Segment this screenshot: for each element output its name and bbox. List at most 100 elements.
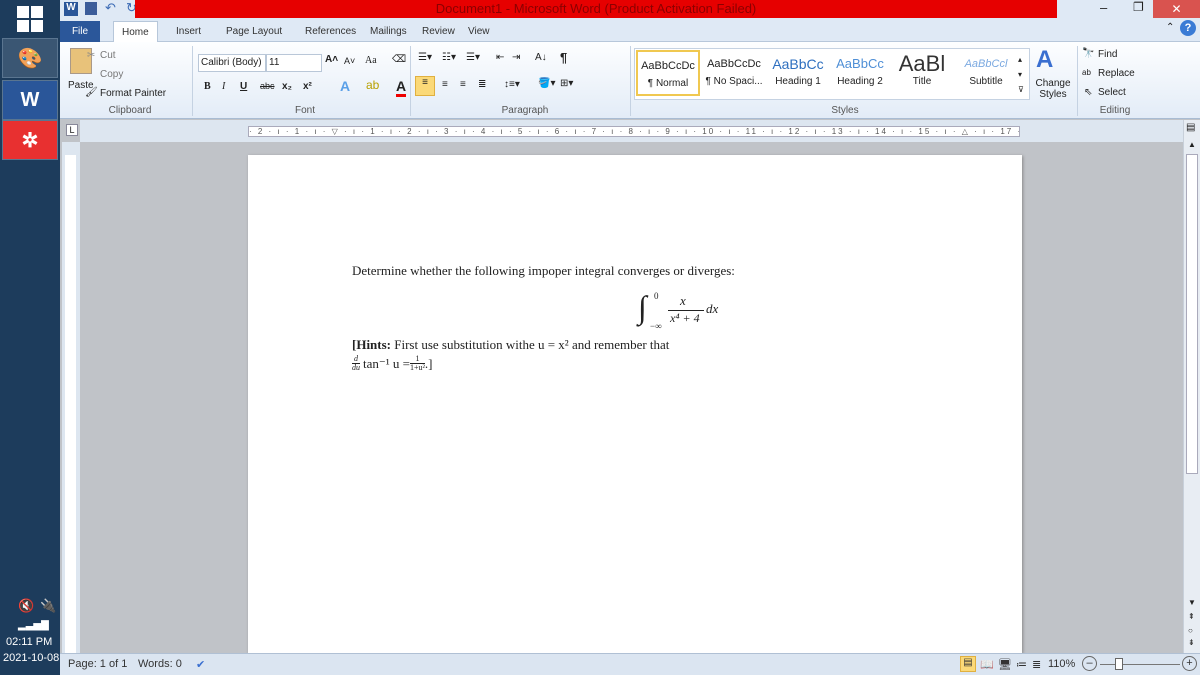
style-no-spacing[interactable]: AaBbCcDc ¶ No Spaci... — [702, 50, 766, 96]
scroll-up-icon[interactable]: ▲ — [1188, 140, 1196, 149]
zoom-slider-thumb[interactable] — [1115, 658, 1123, 670]
web-layout-icon[interactable]: 🖥 — [998, 658, 1012, 671]
page-count[interactable]: Page: 1 of 1 — [68, 658, 127, 670]
zoom-out-button[interactable]: – — [1082, 656, 1097, 671]
underline-button[interactable]: U — [240, 81, 247, 92]
zoom-level[interactable]: 110% — [1048, 658, 1075, 670]
text-effects-icon[interactable]: A — [340, 78, 350, 94]
ruler-scale[interactable]: · 2 · ı · 1 · ı · ▽ · ı · 1 · ı · 2 · ı … — [248, 126, 1020, 137]
clock-date[interactable]: 2021-10-08 — [3, 652, 59, 664]
replace-button[interactable]: Replace — [1098, 68, 1135, 79]
font-size-select[interactable]: 11 — [266, 54, 322, 72]
vertical-ruler-scale[interactable] — [65, 155, 76, 653]
style-subtitle[interactable]: AaBbCcl Subtitle — [954, 50, 1018, 96]
fraction-numerator: x — [680, 293, 686, 308]
justify-button[interactable]: ≣ — [478, 79, 486, 90]
align-right-button[interactable]: ≡ — [460, 79, 466, 90]
cut-button[interactable]: Cut — [100, 50, 116, 61]
hint-label: [Hints: — [352, 337, 391, 352]
question-text: Determine whether the following impoper … — [352, 263, 735, 278]
borders-icon[interactable]: ⊞▾ — [560, 78, 573, 89]
paint-app-icon[interactable]: 🎨 — [2, 38, 58, 78]
save-icon[interactable] — [85, 2, 97, 15]
zoom-slider-track[interactable] — [1100, 664, 1180, 665]
style-normal[interactable]: AaBbCcDc ¶ Normal — [636, 50, 700, 96]
sort-icon[interactable]: A↓ — [535, 52, 547, 63]
change-styles-button[interactable]: Change Styles — [1033, 78, 1073, 100]
help-icon[interactable]: ? — [1180, 20, 1196, 36]
minimize-ribbon-icon[interactable]: ⌃ — [1166, 22, 1174, 33]
outline-view-icon[interactable]: ≔ — [1016, 658, 1027, 671]
draft-view-icon[interactable]: ≣ — [1032, 658, 1041, 671]
scissors-icon[interactable]: ✂ — [87, 50, 95, 61]
decrease-indent-icon[interactable]: ⇤ — [496, 52, 504, 63]
font-color-icon[interactable]: A — [396, 78, 407, 97]
format-painter-button[interactable]: Format Painter — [100, 88, 166, 99]
select-button[interactable]: Select — [1098, 87, 1126, 98]
tab-view[interactable]: View — [460, 21, 498, 42]
align-center-button[interactable]: ≡ — [442, 79, 448, 90]
clock-time[interactable]: 02:11 PM — [6, 636, 52, 648]
restore-button[interactable]: ❐ — [1133, 0, 1144, 14]
vertical-scrollbar[interactable]: ▤ ▲ ▼ ⇞ ○ ⇟ — [1183, 120, 1200, 653]
document-page[interactable]: Determine whether the following impoper … — [248, 155, 1022, 653]
proofing-icon[interactable]: ✔ — [196, 658, 205, 671]
style-heading-1[interactable]: AaBbCc Heading 1 — [766, 50, 830, 96]
app-icon[interactable]: ✲ — [2, 120, 58, 160]
italic-button[interactable]: I — [222, 81, 225, 92]
show-marks-button[interactable]: ¶ — [560, 50, 567, 65]
ruler-toggle[interactable]: L — [66, 124, 78, 136]
increase-indent-icon[interactable]: ⇥ — [512, 52, 520, 63]
browse-object-icon[interactable]: ○ — [1188, 626, 1193, 635]
grow-font-icon[interactable]: A˄ — [325, 54, 338, 65]
superscript-button[interactable]: x² — [303, 81, 312, 92]
undo-icon[interactable]: ↶ — [105, 0, 116, 16]
tab-file[interactable]: File — [60, 21, 100, 42]
multilevel-list-icon[interactable]: ☰▾ — [466, 52, 480, 63]
ruler-view-icon[interactable]: ▤ — [1186, 122, 1195, 133]
power-icon[interactable]: 🔌 — [40, 598, 56, 614]
shrink-font-icon[interactable]: A˅ — [344, 56, 355, 66]
line-spacing-icon[interactable]: ↕≡▾ — [504, 79, 520, 90]
scrollbar-thumb[interactable] — [1186, 154, 1198, 474]
full-screen-reading-icon[interactable]: 📖 — [980, 658, 994, 671]
tab-mailings[interactable]: Mailings — [362, 21, 415, 42]
align-left-button[interactable]: ≡ — [415, 76, 435, 96]
highlight-icon[interactable]: ab — [366, 78, 379, 92]
change-styles-icon[interactable]: A — [1036, 46, 1053, 74]
copy-button[interactable]: Copy — [100, 69, 123, 80]
tab-home[interactable]: Home — [113, 21, 158, 42]
zoom-in-button[interactable]: + — [1182, 656, 1197, 671]
start-icon[interactable] — [17, 6, 43, 32]
network-signal-icon[interactable]: ▂▃▅▇ — [18, 620, 49, 631]
integral-sign: ∫ — [638, 289, 647, 325]
tab-page-layout[interactable]: Page Layout — [218, 21, 290, 42]
print-layout-view-icon[interactable]: ▤ — [960, 656, 976, 672]
next-page-icon[interactable]: ⇟ — [1188, 638, 1195, 647]
word-count[interactable]: Words: 0 — [138, 658, 182, 670]
strikethrough-button[interactable]: abc — [260, 81, 275, 91]
bullets-icon[interactable]: ☰▾ — [418, 52, 432, 63]
windows-taskbar: 🎨 W ✲ 🔇 🔌 ▂▃▅▇ 02:11 PM 2021-10-08 — [0, 0, 60, 675]
tab-references[interactable]: References — [297, 21, 364, 42]
bold-button[interactable]: B — [204, 81, 211, 92]
tab-insert[interactable]: Insert — [168, 21, 209, 42]
find-button[interactable]: Find — [1098, 49, 1117, 60]
change-case-button[interactable]: Aa — [365, 55, 377, 66]
clear-formatting-icon[interactable]: ⌫ — [392, 54, 406, 65]
shading-icon[interactable]: 🪣▾ — [538, 78, 555, 89]
font-name-select[interactable]: Calibri (Body) — [198, 54, 266, 72]
close-button[interactable]: ✕ — [1153, 0, 1200, 18]
volume-muted-icon[interactable]: 🔇 — [18, 598, 34, 614]
fraction-denominator: x⁴ + 4 — [670, 311, 700, 325]
minimize-button[interactable]: – — [1100, 0, 1107, 15]
tab-review[interactable]: Review — [414, 21, 463, 42]
subscript-button[interactable]: x₂ — [282, 81, 292, 92]
style-title[interactable]: AaBl Title — [890, 50, 954, 96]
previous-page-icon[interactable]: ⇞ — [1188, 612, 1195, 621]
word-app-icon[interactable]: W — [2, 80, 58, 120]
style-heading-2[interactable]: AaBbCc Heading 2 — [828, 50, 892, 96]
numbering-icon[interactable]: ☷▾ — [442, 52, 456, 63]
styles-scroll-icon[interactable]: ▴ ▾ ⊽ — [1018, 52, 1024, 97]
scroll-down-icon[interactable]: ▼ — [1188, 598, 1196, 607]
